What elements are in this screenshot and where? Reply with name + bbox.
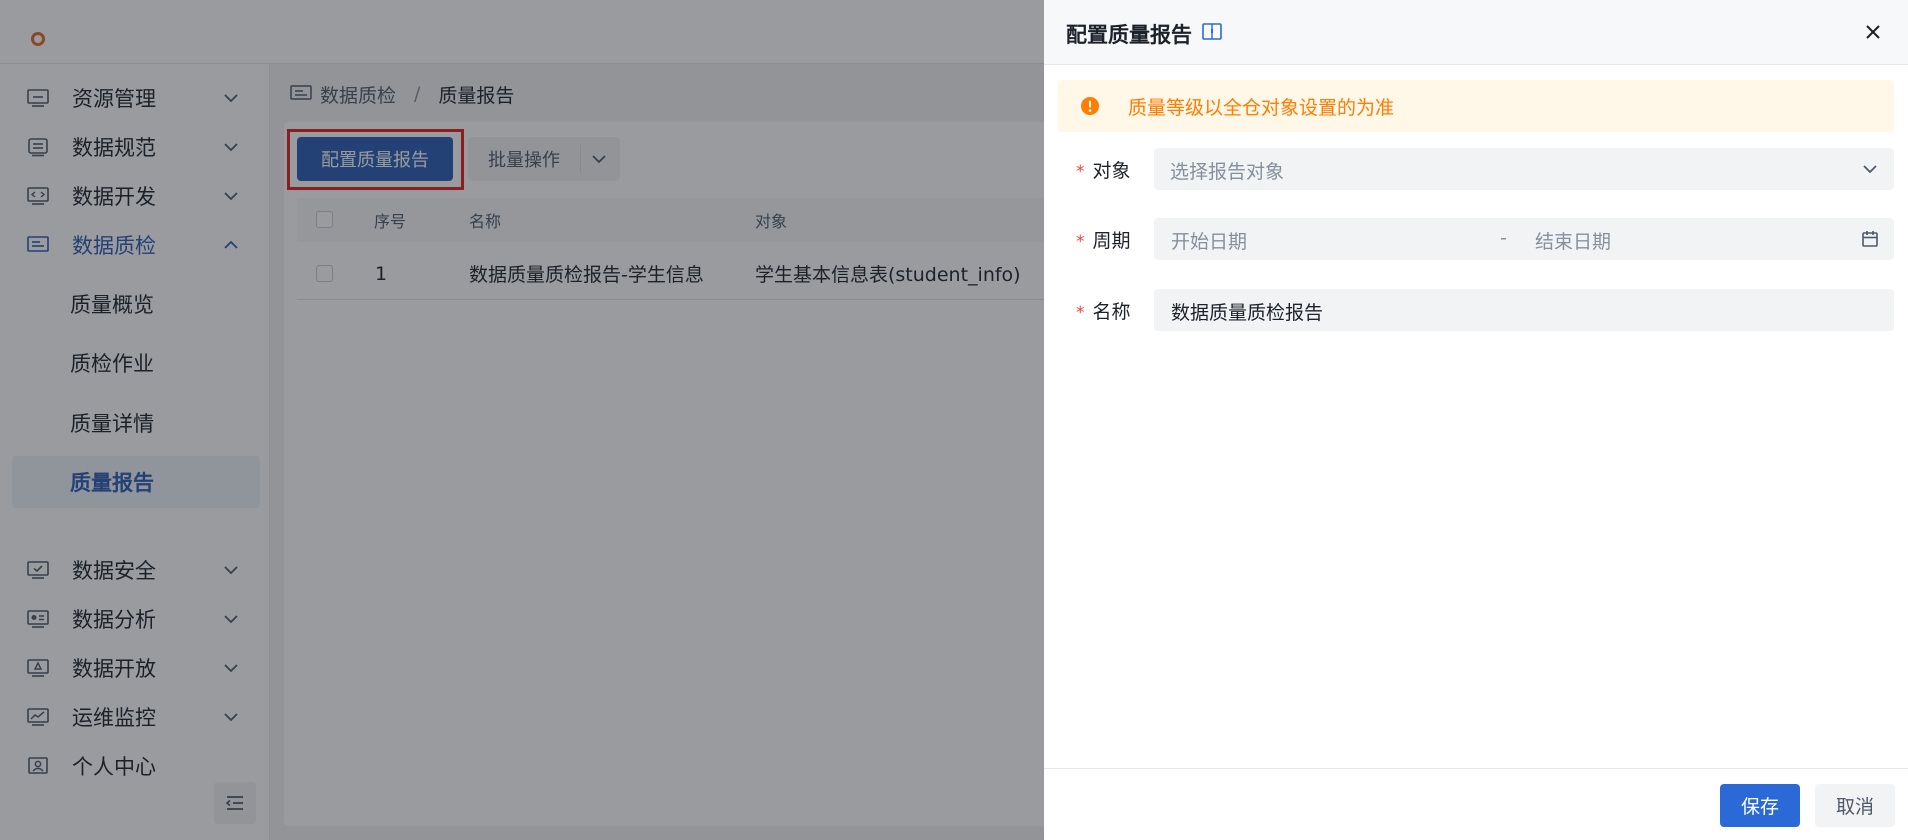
- name-input[interactable]: 数据质量质检报告: [1154, 289, 1894, 331]
- required-mark: *: [1076, 232, 1085, 252]
- object-select[interactable]: 选择报告对象: [1154, 148, 1894, 190]
- warning-icon: [1081, 97, 1099, 115]
- chevron-down-icon: [1863, 165, 1877, 174]
- warning-alert: 质量等级以全仓对象设置的为准: [1058, 80, 1894, 132]
- alert-message: 质量等级以全仓对象设置的为准: [1128, 96, 1395, 119]
- required-mark: *: [1076, 162, 1085, 182]
- drawer-header: 配置质量报告: [1044, 0, 1908, 65]
- date-range-picker[interactable]: 开始日期 - 结束日期: [1154, 218, 1894, 260]
- cancel-button[interactable]: 取消: [1815, 784, 1895, 827]
- name-input-value: 数据质量质检报告: [1171, 302, 1324, 324]
- form-row-period: * 周期 开始日期 - 结束日期: [1044, 218, 1908, 260]
- save-button[interactable]: 保存: [1720, 784, 1800, 827]
- object-label: * 对象: [1076, 160, 1131, 182]
- object-select-placeholder: 选择报告对象: [1170, 161, 1285, 183]
- config-report-drawer: 配置质量报告 质量等级以全仓对象设置的为准 * 对象 选择报告对象 * 周期 开始日…: [1044, 0, 1908, 840]
- form-row-name: * 名称 数据质量质检报告: [1044, 289, 1908, 331]
- close-icon[interactable]: [1862, 21, 1884, 43]
- required-mark: *: [1076, 303, 1085, 323]
- drawer-title: 配置质量报告: [1066, 23, 1192, 47]
- book-help-icon[interactable]: [1201, 21, 1223, 43]
- start-date-input[interactable]: 开始日期: [1171, 227, 1247, 254]
- name-label: * 名称: [1076, 301, 1131, 323]
- calendar-icon: [1862, 231, 1878, 247]
- form-row-object: * 对象 选择报告对象: [1044, 148, 1908, 190]
- date-range-separator: -: [1500, 227, 1507, 249]
- period-label: * 周期: [1076, 230, 1131, 252]
- end-date-input[interactable]: 结束日期: [1535, 227, 1611, 254]
- drawer-footer: 保存 取消: [1044, 768, 1908, 840]
